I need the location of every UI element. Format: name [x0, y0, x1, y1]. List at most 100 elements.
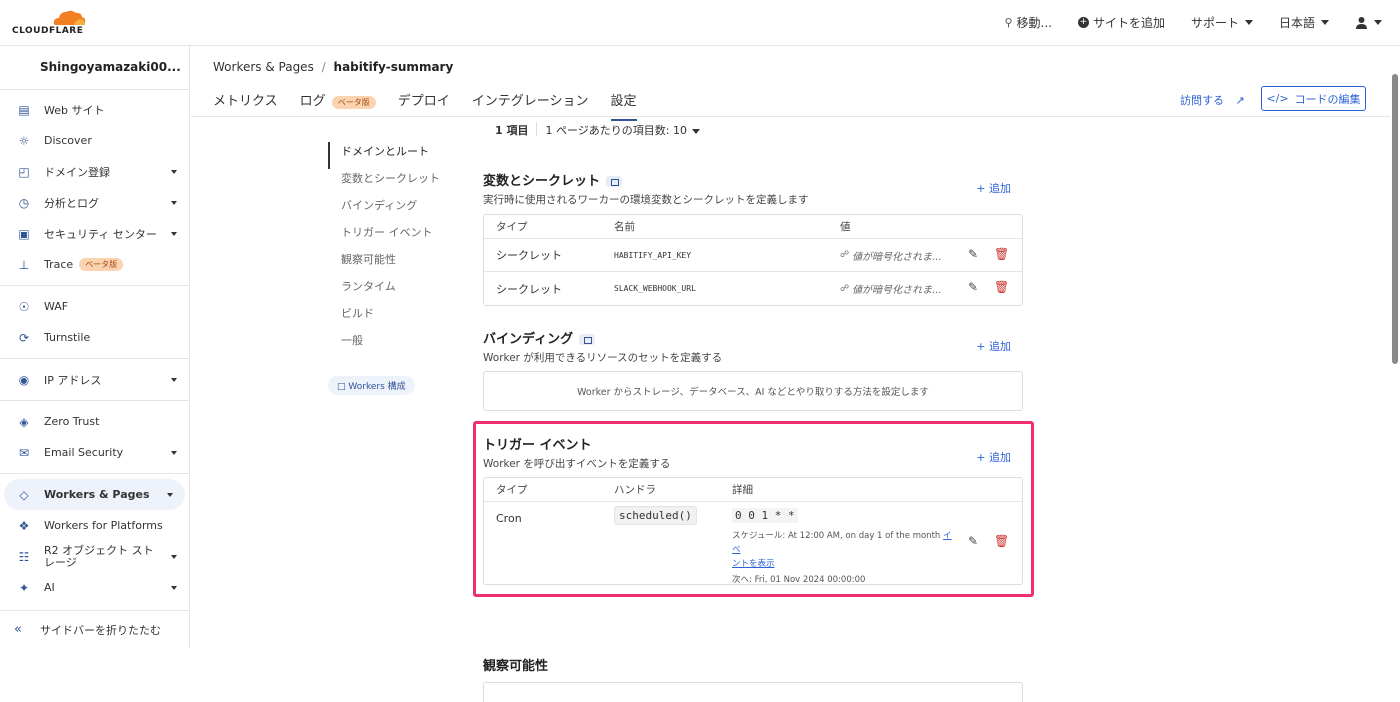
- support-menu[interactable]: サポート: [1191, 14, 1253, 31]
- breadcrumb-root[interactable]: Workers & Pages: [213, 60, 314, 74]
- lightbulb-icon: ☼: [18, 134, 30, 148]
- table-header: タイプ 名前 値: [484, 215, 1022, 239]
- sidebar-item-label: Email Security: [44, 446, 124, 459]
- chevron-down-icon: [171, 451, 177, 455]
- sidebar-item-label: ドメイン登録: [44, 165, 110, 179]
- variable-value: 値が暗号化されま...: [852, 285, 942, 296]
- settings-nav-runtime[interactable]: ランタイム: [328, 277, 448, 304]
- sidebar-item-security-center[interactable]: ▣ セキュリティ センター: [0, 218, 189, 249]
- workers-config-link[interactable]: □ Workers 構成: [328, 376, 415, 395]
- cloudflare-logo[interactable]: CLOUDFLARE: [12, 8, 102, 38]
- sidebar-item-workers-pages[interactable]: ◇ Workers & Pages: [4, 479, 185, 510]
- variable-name: HABITIFY_API_KEY: [614, 250, 692, 260]
- scrollbar-thumb[interactable]: [1392, 74, 1398, 364]
- sidebar-item-label: IP アドレス: [44, 373, 102, 387]
- breadcrumb: Workers & Pages / habitify-summary: [213, 60, 453, 74]
- per-page-select[interactable]: 1 ページあたりの項目数: 10: [545, 122, 701, 138]
- scrollbar[interactable]: [1390, 46, 1400, 648]
- settings-nav-bindings[interactable]: バインディング: [328, 196, 448, 223]
- bindings-title-text: バインディング: [483, 332, 574, 347]
- waf-icon: ☉: [18, 300, 30, 314]
- delete-trash-icon[interactable]: 🗑: [994, 247, 1009, 261]
- add-variable-button[interactable]: + 追加: [976, 180, 1011, 196]
- chevron-down-icon: [171, 555, 177, 559]
- delete-trash-icon[interactable]: 🗑: [994, 280, 1009, 294]
- chevron-down-icon: [171, 201, 177, 205]
- tab-label: デプロイ: [397, 94, 450, 109]
- tab-label: メトリクス: [213, 94, 278, 109]
- sidebar-list: ▤ Web サイト ☼ Discover ◰ ドメイン登録 ◷ 分析とログ ▣ …: [0, 90, 189, 603]
- pager-divider: [536, 122, 538, 136]
- turnstile-icon: ⟳: [18, 331, 30, 345]
- variables-table: タイプ 名前 値 シークレット HABITIFY_API_KEY ☍ 値が暗号化…: [483, 214, 1023, 306]
- sidebar-item-ip-addresses[interactable]: ◉ IP アドレス: [0, 364, 189, 395]
- r2-icon: ☷: [18, 550, 30, 564]
- variable-name: SLACK_WEBHOOK_URL: [614, 284, 696, 293]
- sidebar-item-zero-trust[interactable]: ◈ Zero Trust: [0, 406, 189, 437]
- add-site-label: サイトを追加: [1092, 16, 1165, 30]
- chart-icon: ◷: [18, 196, 30, 210]
- sidebar-item-discover[interactable]: ☼ Discover: [0, 125, 189, 156]
- variables-desc: 実行時に使用されるワーカーの環境変数とシークレットを定義します: [483, 194, 809, 206]
- sidebar-item-analytics[interactable]: ◷ 分析とログ: [0, 187, 189, 218]
- beta-badge: ベータ版: [79, 258, 124, 271]
- search-button[interactable]: ⚲ 移動...: [1004, 14, 1052, 31]
- workers-config-label: Workers 構成: [348, 382, 406, 392]
- logo-text: CLOUDFLARE: [12, 26, 84, 36]
- observability-title: 観察可能性: [483, 659, 549, 674]
- add-site-button[interactable]: + サイトを追加: [1077, 14, 1165, 31]
- sidebar-divider: [0, 358, 189, 359]
- ai-icon: ✦: [18, 581, 30, 595]
- search-icon: ⚲: [1004, 16, 1013, 29]
- language-menu[interactable]: 日本語: [1279, 14, 1329, 31]
- sidebar-divider: [0, 400, 189, 401]
- support-label: サポート: [1190, 16, 1239, 30]
- browser-icon: ▤: [18, 103, 30, 117]
- visit-link[interactable]: 訪問する ↗: [1180, 92, 1245, 108]
- sidebar-item-websites[interactable]: ▤ Web サイト: [0, 94, 189, 125]
- collapse-sidebar-button[interactable]: « サイドバーを折りたたむ: [0, 610, 190, 648]
- doc-icon: □: [337, 382, 346, 392]
- sidebar-item-domain-registration[interactable]: ◰ ドメイン登録: [0, 156, 189, 187]
- sidebar-item-workers-platforms[interactable]: ❖ Workers for Platforms: [0, 510, 189, 541]
- sidebar-item-trace[interactable]: ⊥ Trace ベータ版: [0, 249, 189, 280]
- external-link-icon: ↗: [1235, 94, 1245, 107]
- edit-pencil-icon[interactable]: ✎: [968, 247, 978, 261]
- lock-icon: ☍: [840, 250, 850, 260]
- sidebar-item-email-security[interactable]: ✉ Email Security: [0, 437, 189, 468]
- doc-icon[interactable]: [606, 176, 623, 187]
- account-name[interactable]: Shingoyamazaki00...: [0, 46, 189, 90]
- user-icon: [1356, 17, 1367, 29]
- chevron-down-icon: [167, 493, 173, 497]
- column-header-type: タイプ: [496, 221, 528, 233]
- sidebar-item-label: 分析とログ: [44, 196, 99, 210]
- chevron-down-icon: [1374, 20, 1382, 25]
- edit-pencil-icon[interactable]: ✎: [968, 280, 978, 294]
- settings-nav-observability[interactable]: 観察可能性: [328, 250, 448, 277]
- sidebar-item-label: Workers for Platforms: [44, 519, 163, 532]
- chevron-down-icon: [171, 170, 177, 174]
- sidebar-item-turnstile[interactable]: ⟳ Turnstile: [0, 322, 189, 353]
- bindings-section: バインディング Worker が利用できるリソースのセットを定義する + 追加: [483, 328, 1023, 365]
- doc-icon[interactable]: [579, 334, 596, 345]
- user-menu[interactable]: [1355, 16, 1382, 29]
- sidebar-item-label: Turnstile: [44, 331, 91, 344]
- sidebar-item-label: Workers & Pages: [44, 488, 150, 501]
- settings-nav-general[interactable]: 一般: [328, 331, 448, 358]
- sidebar-item-label: Web サイト: [44, 103, 105, 117]
- settings-nav-build[interactable]: ビルド: [328, 304, 448, 331]
- sidebar-item-waf[interactable]: ☉ WAF: [0, 291, 189, 322]
- settings-nav-variables[interactable]: 変数とシークレット: [328, 169, 448, 196]
- variable-value: 値が暗号化されま...: [852, 251, 942, 263]
- settings-nav-triggers[interactable]: トリガー イベント: [328, 223, 448, 250]
- sidebar-item-r2[interactable]: ☷ R2 オブジェクト ストレージ: [0, 541, 189, 572]
- add-binding-button[interactable]: + 追加: [976, 338, 1011, 354]
- edit-code-button[interactable]: </> コードの編集: [1261, 86, 1366, 111]
- sidebar-item-ai[interactable]: ✦ AI: [0, 572, 189, 603]
- bindings-desc: Worker が利用できるリソースのセットを定義する: [483, 352, 723, 364]
- settings-nav: ドメインとルート 変数とシークレット バインディング トリガー イベント 観察可…: [328, 142, 448, 358]
- language-label: 日本語: [1278, 16, 1315, 30]
- settings-nav-domains-routes[interactable]: ドメインとルート: [328, 142, 448, 169]
- sidebar-item-label: WAF: [44, 300, 69, 313]
- bindings-title: バインディング: [483, 328, 1023, 347]
